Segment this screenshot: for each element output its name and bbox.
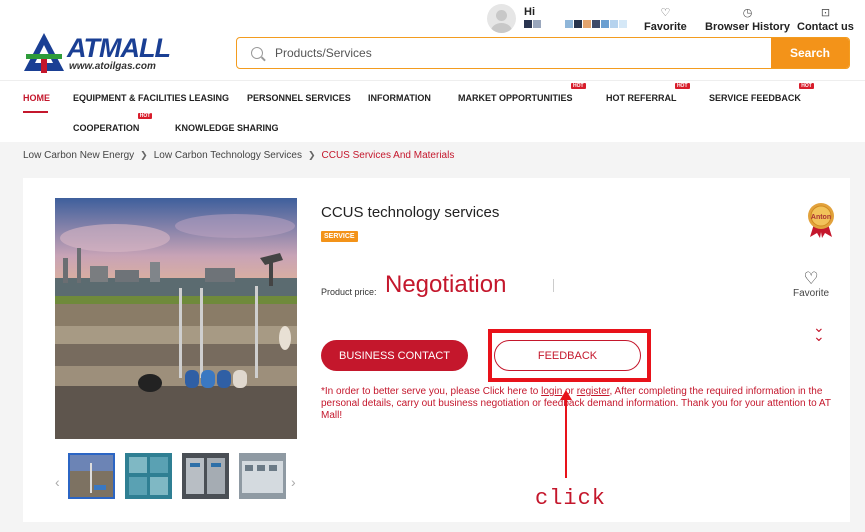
thumbnail[interactable]	[182, 453, 229, 499]
svg-text:Anton: Anton	[811, 214, 831, 221]
hot-badge: HOT	[137, 113, 153, 119]
product-title: CCUS technology services	[321, 204, 500, 221]
atmall-logo[interactable]: ATMALL www.atoilgas.com	[22, 31, 182, 75]
chevron-right-icon: ❯	[140, 150, 148, 160]
heart-icon: ♡	[660, 7, 671, 19]
ccus-illustration	[55, 198, 297, 439]
search-icon	[251, 47, 263, 59]
favorite-label: Favorite	[793, 288, 830, 299]
logo-url: www.atoilgas.com	[69, 61, 156, 72]
thumbnail[interactable]	[239, 453, 286, 499]
hot-badge: HOT	[570, 83, 586, 89]
hot-badge: HOT	[799, 83, 814, 89]
greeting: Hi	[524, 6, 535, 18]
hot-badge: HOT	[674, 83, 690, 89]
search-button[interactable]: Search	[771, 38, 849, 68]
feedback-button[interactable]: FEEDBACK	[494, 340, 641, 371]
login-notice: *In order to better serve you, please Cl…	[321, 386, 831, 421]
nav-item-personnel-services[interactable]: PERSONNEL SERVICES	[247, 93, 351, 103]
chevron-right-icon[interactable]: ›	[291, 474, 296, 490]
expand-chevron-icon[interactable]: ⌄ ⌄	[813, 320, 825, 343]
price-label: Product price:	[321, 287, 377, 297]
breadcrumb-item[interactable]: Low Carbon New Energy	[23, 150, 134, 161]
contact-us-label: Contact us	[797, 21, 854, 33]
anton-badge-icon: Anton	[806, 202, 836, 238]
favorite-link[interactable]: ♡ Favorite	[644, 7, 687, 34]
service-tag: SERVICE	[321, 231, 358, 242]
header: ATMALL www.atoilgas.com Hi ♡ Favorite ◷ …	[0, 0, 865, 80]
atmall-logo-icon	[24, 33, 64, 73]
chevron-right-icon: ❯	[307, 150, 316, 160]
business-contact-button[interactable]: BUSINESS CONTACT	[321, 340, 468, 371]
nav-item-cooperation[interactable]: COOPERATION HOT	[73, 113, 153, 133]
breadcrumb: Low Carbon New Energy ❯ Low Carbon Technol…	[23, 150, 454, 161]
chevron-left-icon[interactable]: ‹	[55, 474, 60, 490]
thumbnail[interactable]	[125, 453, 172, 499]
heart-icon: ♡	[803, 269, 819, 288]
favorite-button[interactable]: ♡ Favorite	[793, 270, 829, 299]
annotation-arrow-icon	[560, 390, 572, 478]
logo-text: ATMALL	[67, 33, 171, 63]
clock-icon: ◷	[742, 7, 753, 19]
search-input[interactable]	[275, 38, 755, 68]
contact-us-link[interactable]: ⊡ Contact us	[797, 7, 854, 34]
nav-item-home[interactable]: HOME	[23, 93, 50, 103]
nav-item-equipment-leasing[interactable]: EQUIPMENT & FACILITIES LEASING	[73, 93, 229, 103]
product-card: ‹ › CCUS technology services SERVICE Pro…	[23, 178, 850, 522]
product-main-image	[55, 198, 297, 439]
search-box: Search	[236, 37, 850, 69]
divider	[553, 279, 554, 292]
favorite-link-label: Favorite	[644, 21, 687, 33]
nav-active-underline	[23, 111, 48, 113]
browser-history-link[interactable]: ◷ Browser History	[705, 7, 790, 34]
price-value: Negotiation	[385, 271, 507, 298]
main-nav: HOME EQUIPMENT & FACILITIES LEASING PERS…	[0, 80, 865, 142]
breadcrumb-item[interactable]: Low Carbon Technology Services	[154, 150, 302, 161]
register-link[interactable]: register	[577, 386, 610, 397]
annotation-click-label: click	[535, 486, 607, 511]
browser-history-label: Browser History	[705, 21, 790, 33]
breadcrumb-current[interactable]: CCUS Services And Materials	[322, 150, 455, 161]
nav-item-information[interactable]: INFORMATION	[368, 93, 431, 103]
nav-item-service-feedback[interactable]: SERVICE FEEDBACK HOT	[709, 83, 814, 103]
contact-icon: ⊡	[820, 7, 831, 19]
nav-item-knowledge-sharing[interactable]: KNOWLEDGE SHARING	[175, 123, 279, 133]
username-redacted	[524, 20, 629, 30]
thumbnail[interactable]	[68, 453, 115, 499]
avatar[interactable]	[487, 4, 516, 33]
nav-item-hot-referral[interactable]: HOT REFERRAL HOT	[606, 83, 690, 103]
nav-item-market-opportunities[interactable]: MARKET OPPORTUNITIES HOT	[458, 83, 586, 103]
